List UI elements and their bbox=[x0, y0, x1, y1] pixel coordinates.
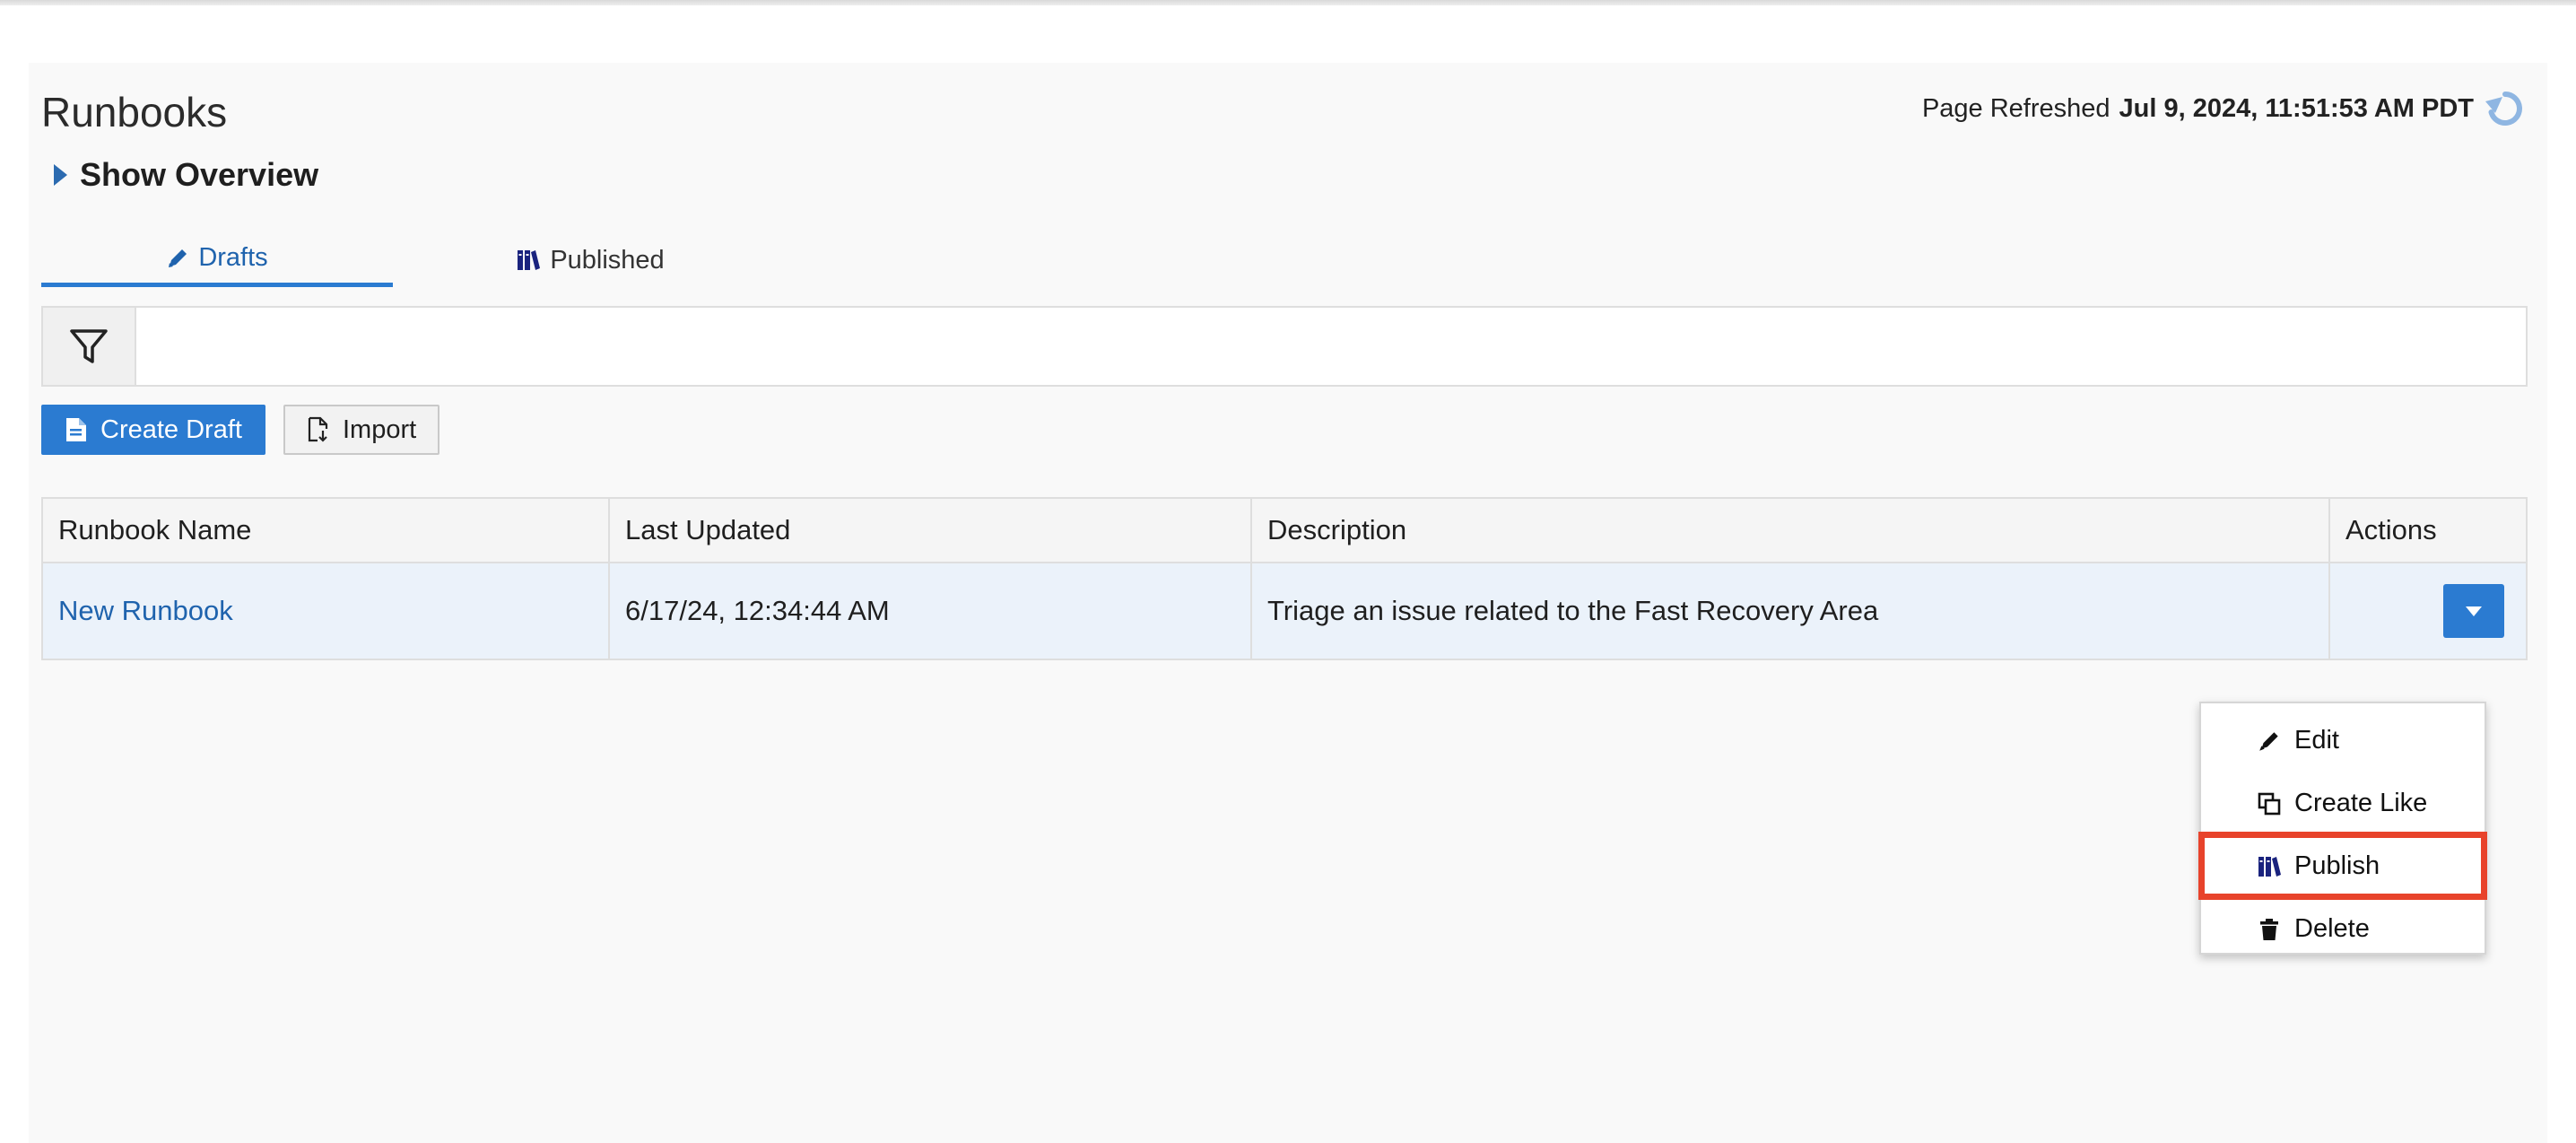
tab-published[interactable]: Published bbox=[393, 233, 788, 287]
show-overview-label: Show Overview bbox=[80, 156, 319, 193]
runbooks-page: Runbooks Page Refreshed Jul 9, 2024, 11:… bbox=[29, 63, 2547, 1143]
column-header-actions: Actions bbox=[2345, 514, 2437, 545]
menu-item-label: Publish bbox=[2294, 851, 2380, 880]
refresh-label: Page Refreshed bbox=[1921, 93, 2110, 123]
pencil-icon bbox=[2257, 729, 2282, 754]
filter-funnel-icon bbox=[68, 326, 109, 367]
books-icon bbox=[2257, 854, 2282, 879]
table-header-row: Runbook Name Last Updated Description Ac… bbox=[43, 499, 2526, 563]
show-overview-toggle[interactable]: Show Overview bbox=[54, 156, 318, 194]
refresh-timestamp: Jul 9, 2024, 11:51:53 AM PDT bbox=[2119, 93, 2474, 123]
create-draft-label: Create Draft bbox=[100, 414, 242, 444]
browser-top-edge bbox=[0, 0, 2576, 5]
refresh-icon[interactable] bbox=[2483, 86, 2528, 131]
menu-item-create-like[interactable]: Create Like bbox=[2201, 772, 2485, 834]
import-file-icon bbox=[307, 416, 330, 443]
menu-item-label: Delete bbox=[2294, 913, 2370, 943]
menu-item-delete[interactable]: Delete bbox=[2201, 897, 2485, 960]
trash-icon bbox=[2257, 917, 2282, 942]
runbook-name-cell: New Runbook bbox=[43, 563, 610, 659]
tab-label: Published bbox=[550, 245, 665, 275]
import-label: Import bbox=[343, 414, 417, 444]
caret-down-icon bbox=[2466, 606, 2482, 616]
column-header-runbook-name[interactable]: Runbook Name bbox=[43, 499, 610, 562]
column-header-description[interactable]: Description bbox=[1252, 499, 2330, 562]
toolbar: Create Draft Import bbox=[41, 405, 439, 455]
menu-item-label: Edit bbox=[2294, 725, 2339, 755]
last-updated-cell: 6/17/24, 12:34:44 AM bbox=[610, 563, 1252, 659]
actions-menu: Edit Create Like Publish Delete bbox=[2198, 702, 2487, 955]
menu-item-publish[interactable]: Publish bbox=[2198, 832, 2487, 900]
import-button[interactable]: Import bbox=[283, 405, 439, 455]
pencil-icon bbox=[166, 247, 189, 270]
create-draft-button[interactable]: Create Draft bbox=[41, 405, 265, 455]
page-refreshed-info: Page Refreshed Jul 9, 2024, 11:51:53 AM … bbox=[1922, 86, 2528, 131]
copy-icon bbox=[2257, 791, 2282, 816]
new-document-icon bbox=[65, 416, 88, 443]
filter-bar[interactable] bbox=[41, 306, 2528, 387]
runbooks-table: Runbook Name Last Updated Description Ac… bbox=[41, 497, 2528, 660]
actions-cell bbox=[2330, 563, 2526, 659]
runbook-tabs: Drafts Published bbox=[41, 233, 788, 287]
tab-drafts[interactable]: Drafts bbox=[41, 233, 393, 287]
menu-item-label: Create Like bbox=[2294, 788, 2428, 817]
description-cell: Triage an issue related to the Fast Reco… bbox=[1252, 563, 2330, 659]
runbook-name-link[interactable]: New Runbook bbox=[58, 595, 233, 627]
column-header-last-updated[interactable]: Last Updated bbox=[610, 499, 1252, 562]
expand-triangle-icon bbox=[54, 164, 67, 186]
page-title: Runbooks bbox=[41, 89, 228, 135]
books-icon bbox=[516, 248, 541, 273]
tab-label: Drafts bbox=[198, 243, 268, 272]
table-row[interactable]: New Runbook 6/17/24, 12:34:44 AM Triage … bbox=[43, 563, 2526, 659]
menu-item-edit[interactable]: Edit bbox=[2201, 709, 2485, 772]
filter-button[interactable] bbox=[43, 308, 136, 385]
actions-dropdown-button[interactable] bbox=[2443, 584, 2504, 638]
